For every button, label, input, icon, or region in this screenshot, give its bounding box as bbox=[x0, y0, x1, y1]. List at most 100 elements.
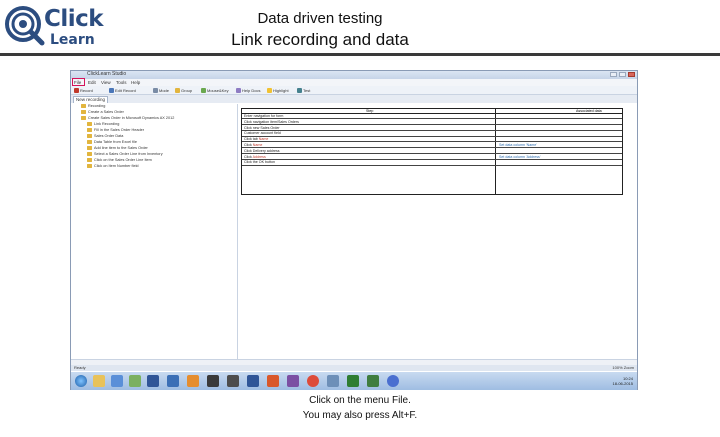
excel-icon[interactable] bbox=[347, 375, 359, 387]
app-icon[interactable] bbox=[327, 375, 339, 387]
app-icon[interactable] bbox=[111, 375, 123, 387]
system-tray-clock: 10:24 18-06-2015 bbox=[613, 376, 633, 386]
group-icon bbox=[175, 88, 180, 94]
pane-splitter[interactable] bbox=[237, 104, 238, 364]
table-row[interactable]: Click tab Name bbox=[242, 137, 622, 143]
recording-tree: Recording Create a Sales Order Create Sa… bbox=[73, 104, 233, 354]
tree-item[interactable]: Recording bbox=[81, 104, 105, 109]
folder-icon bbox=[87, 158, 92, 162]
tree-item[interactable]: Add line item to the Sales Order bbox=[87, 146, 148, 151]
app-icon[interactable] bbox=[227, 375, 239, 387]
tree-item[interactable]: Sales Order Data bbox=[87, 134, 123, 139]
step-text: Click tab Name bbox=[244, 137, 269, 142]
toolbar-mouse-key[interactable]: Mouse&Key bbox=[201, 88, 229, 94]
table-row[interactable]: Customer account field bbox=[242, 131, 622, 137]
tab-new-recording[interactable]: New recording bbox=[73, 96, 109, 103]
folder-icon bbox=[81, 110, 86, 114]
app-icon[interactable] bbox=[367, 375, 379, 387]
visual-studio-icon[interactable] bbox=[287, 375, 299, 387]
step-accent: Name bbox=[252, 143, 263, 147]
tree-item[interactable]: Create Sales Order in Microsoft Dynamics… bbox=[81, 116, 174, 121]
steps-table: Step Associated data Enter navigation fo… bbox=[241, 108, 623, 195]
dynamics-icon[interactable] bbox=[167, 375, 179, 387]
edit-icon bbox=[109, 88, 114, 94]
step-text: Click Name bbox=[244, 143, 263, 147]
start-button[interactable] bbox=[75, 375, 87, 387]
tree-item[interactable]: Link Recording bbox=[87, 122, 119, 127]
window-controls bbox=[610, 72, 635, 77]
table-row[interactable]: Click new Sales Order bbox=[242, 126, 622, 131]
app-icon[interactable] bbox=[147, 375, 159, 387]
table-row[interactable]: Click Delivery address bbox=[242, 148, 622, 155]
folder-icon bbox=[87, 164, 92, 168]
status-text: Ready bbox=[74, 365, 86, 370]
zoom-indicator: 100% Zoom bbox=[612, 365, 634, 370]
windows-taskbar: 10:24 18-06-2015 bbox=[71, 372, 637, 390]
logo-word-learn: Learn bbox=[50, 32, 95, 48]
step-data-link[interactable]: Set data column 'Address' bbox=[499, 155, 541, 160]
dynamics-icon[interactable] bbox=[247, 375, 259, 387]
step-text: Click Delivery address bbox=[244, 148, 280, 153]
menu-edit[interactable]: Edit bbox=[88, 80, 96, 85]
folder-icon bbox=[87, 128, 92, 132]
table-row[interactable]: Click Name Set data column 'Name' bbox=[242, 143, 622, 149]
highlight-icon bbox=[267, 88, 272, 94]
mouse-icon bbox=[201, 88, 206, 94]
tree-item[interactable]: Data Table from Excel file bbox=[87, 140, 137, 145]
document-tabs: New recording bbox=[71, 95, 637, 103]
app-icon[interactable] bbox=[129, 375, 141, 387]
table-row[interactable]: Click navigation item/Sales Orders bbox=[242, 120, 622, 126]
folder-icon bbox=[87, 146, 92, 150]
status-bar: Ready 100% Zoom bbox=[71, 365, 637, 371]
file-menu-highlight bbox=[72, 78, 85, 86]
folder-icon bbox=[87, 134, 92, 138]
step-accent: Name bbox=[258, 137, 269, 142]
step-text: Click the OK button bbox=[244, 160, 275, 165]
toolbar-highlight[interactable]: Highlight bbox=[267, 88, 289, 94]
step-text: Enter navigation for form bbox=[244, 114, 284, 118]
tree-item[interactable]: Click on Item Number field bbox=[87, 164, 139, 169]
clicklearn-taskbar-icon[interactable] bbox=[387, 375, 399, 387]
tree-item[interactable]: Fill in the Sales Order Header bbox=[87, 128, 144, 133]
menu-help[interactable]: Help bbox=[131, 80, 140, 85]
close-button[interactable] bbox=[628, 72, 635, 77]
instruction-line-2: You may also press Alt+F. bbox=[302, 410, 418, 421]
clicklearn-logo: Click Learn bbox=[4, 5, 104, 48]
firefox-icon[interactable] bbox=[267, 375, 279, 387]
folder-icon bbox=[81, 116, 86, 120]
step-text: Click new Sales Order bbox=[244, 125, 280, 130]
table-row[interactable]: Click Address Set data column 'Address' bbox=[242, 155, 622, 160]
table-row[interactable]: Click the OK button bbox=[242, 160, 622, 166]
tree-item[interactable]: Select a Sales Order Line from Inventory bbox=[87, 152, 163, 157]
menu-tools[interactable]: Tools bbox=[116, 80, 127, 85]
toolbar-help-docs[interactable]: Help Docs bbox=[236, 88, 260, 94]
maximize-button[interactable] bbox=[619, 72, 626, 77]
tree-item[interactable]: Click on the Sales Order Line Item bbox=[87, 158, 152, 163]
step-data-link[interactable]: Set data column 'Name' bbox=[499, 143, 537, 148]
menu-view[interactable]: View bbox=[101, 80, 111, 85]
step-text: Click Address bbox=[244, 154, 266, 159]
table-row[interactable]: Enter navigation for form bbox=[242, 114, 622, 120]
toolbar-mode[interactable]: Mode bbox=[153, 88, 169, 94]
app-icon[interactable] bbox=[187, 375, 199, 387]
step-text: Customer account field bbox=[244, 131, 281, 136]
app-icon[interactable] bbox=[207, 375, 219, 387]
toolbar-record[interactable]: Record bbox=[74, 88, 93, 94]
folder-icon bbox=[81, 104, 86, 108]
instruction-line-1: Click on the menu File. bbox=[309, 395, 411, 406]
tree-item[interactable]: Create a Sales Order bbox=[81, 110, 124, 115]
slide: Click Learn Data driven testing Link rec… bbox=[0, 0, 720, 437]
step-accent: Address bbox=[252, 154, 266, 159]
chrome-icon[interactable] bbox=[307, 375, 319, 387]
explorer-icon[interactable] bbox=[93, 375, 105, 387]
toolbar-test[interactable]: Test bbox=[297, 88, 310, 94]
header-divider bbox=[0, 53, 720, 56]
tray-date: 18-06-2015 bbox=[612, 381, 633, 386]
window-title: ClickLearn Studio bbox=[87, 71, 127, 77]
record-icon bbox=[74, 88, 79, 94]
toolbar-group[interactable]: Group bbox=[175, 88, 192, 94]
logo-word-click: Click bbox=[44, 6, 104, 32]
app-screenshot: ClickLearn Studio File Edit View Tools H… bbox=[70, 70, 638, 390]
toolbar-edit-record[interactable]: Edit Record bbox=[109, 88, 136, 94]
minimize-button[interactable] bbox=[610, 72, 617, 77]
